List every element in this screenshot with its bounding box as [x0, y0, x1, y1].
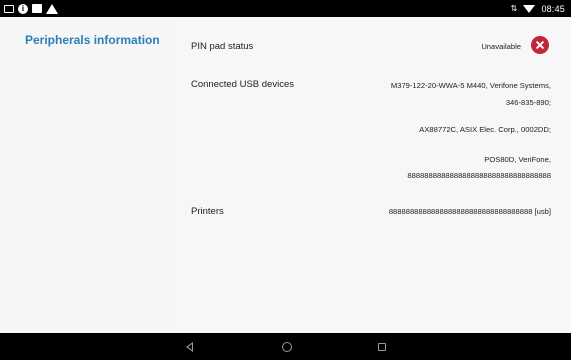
printers-label: Printers — [191, 206, 224, 217]
usb-device-2-line-1: AX88772C, ASIX Elec. Corp., 0002DD; — [419, 125, 551, 134]
usb-device-1-line-1: M379-122-20-WWA-5 M440, Verifone Systems… — [390, 81, 551, 90]
error-icon — [531, 36, 549, 54]
status-bar-right: ⇅ 08:45 — [511, 0, 565, 17]
recents-icon[interactable] — [378, 343, 386, 351]
wifi-icon — [523, 4, 536, 13]
status-bar-left-icons: i — [4, 2, 58, 15]
info-icon: i — [18, 3, 28, 14]
data-arrows-icon: ⇅ — [510, 3, 518, 13]
usb-devices-label: Connected USB devices — [191, 79, 294, 90]
home-icon[interactable] — [282, 342, 292, 352]
pin-pad-status-value: Unavailable — [481, 42, 521, 51]
usb-device-1-line-2: 346-835-890; — [505, 98, 551, 107]
pin-pad-status-label: PIN pad status — [191, 41, 254, 52]
back-icon[interactable] — [186, 342, 193, 352]
sidebar: Peripherals information — [0, 17, 172, 333]
printers-value: 8888888888888888888888888888888888 [usb] — [388, 207, 551, 216]
sidebar-title[interactable]: Peripherals information — [25, 33, 160, 47]
navigation-bar — [0, 333, 571, 360]
screen: i ⇅ 08:45 Peripherals information PIN pa… — [0, 0, 571, 360]
notification-box-icon — [4, 4, 14, 13]
usb-device-3-line-1: POS80D, VeriFone, — [484, 155, 551, 164]
image-icon — [32, 4, 42, 13]
warning-icon — [46, 3, 58, 14]
usb-device-3-line-2: 8888888888888888888888888888888888 — [407, 171, 551, 180]
details-pane: PIN pad status Unavailable Connected USB… — [172, 17, 571, 333]
status-bar: i ⇅ 08:45 — [0, 0, 571, 17]
status-time: 08:45 — [541, 3, 565, 14]
